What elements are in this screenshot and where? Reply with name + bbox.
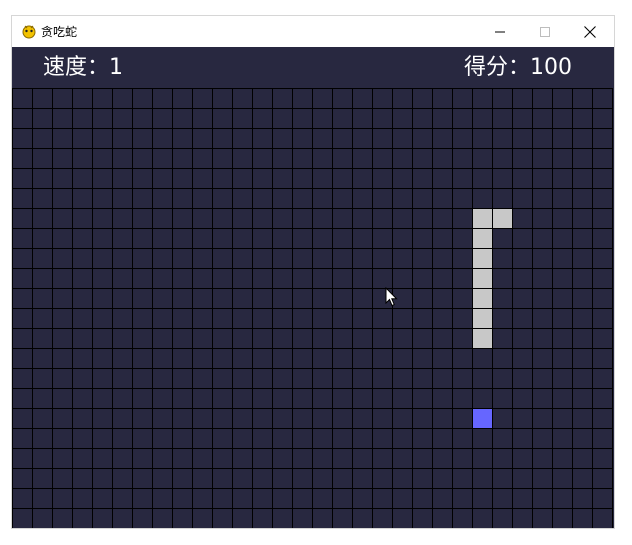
score-label: 得分：100 [464,55,572,80]
minimize-icon [494,31,505,32]
snake-segment [473,269,492,288]
maximize-button[interactable] [522,16,567,47]
maximize-icon [539,26,550,37]
window-title: 贪吃蛇 [41,25,78,39]
close-icon [583,25,596,38]
game-surface[interactable]: 速度：1 得分：100 [12,47,614,528]
snake-segment [473,289,492,308]
snake-segment [473,329,492,348]
pygame-snake-icon [22,25,36,39]
speed-label: 速度：1 [43,55,123,80]
minimize-button[interactable] [477,16,522,47]
food-pellet [473,409,492,428]
snake-segment [493,209,512,228]
hud-bar: 速度：1 得分：100 [12,47,614,87]
snake-head [473,209,492,228]
game-window: 贪吃蛇 速度：1 得分：100 [12,16,614,528]
title-bar[interactable]: 贪吃蛇 [12,16,614,47]
close-button[interactable] [567,16,612,47]
board-grid [12,88,613,528]
game-board [12,88,614,528]
snake-segment [473,229,492,248]
snake-segment [473,309,492,328]
snake-segment [473,249,492,268]
mouse-cursor-icon [385,287,398,307]
